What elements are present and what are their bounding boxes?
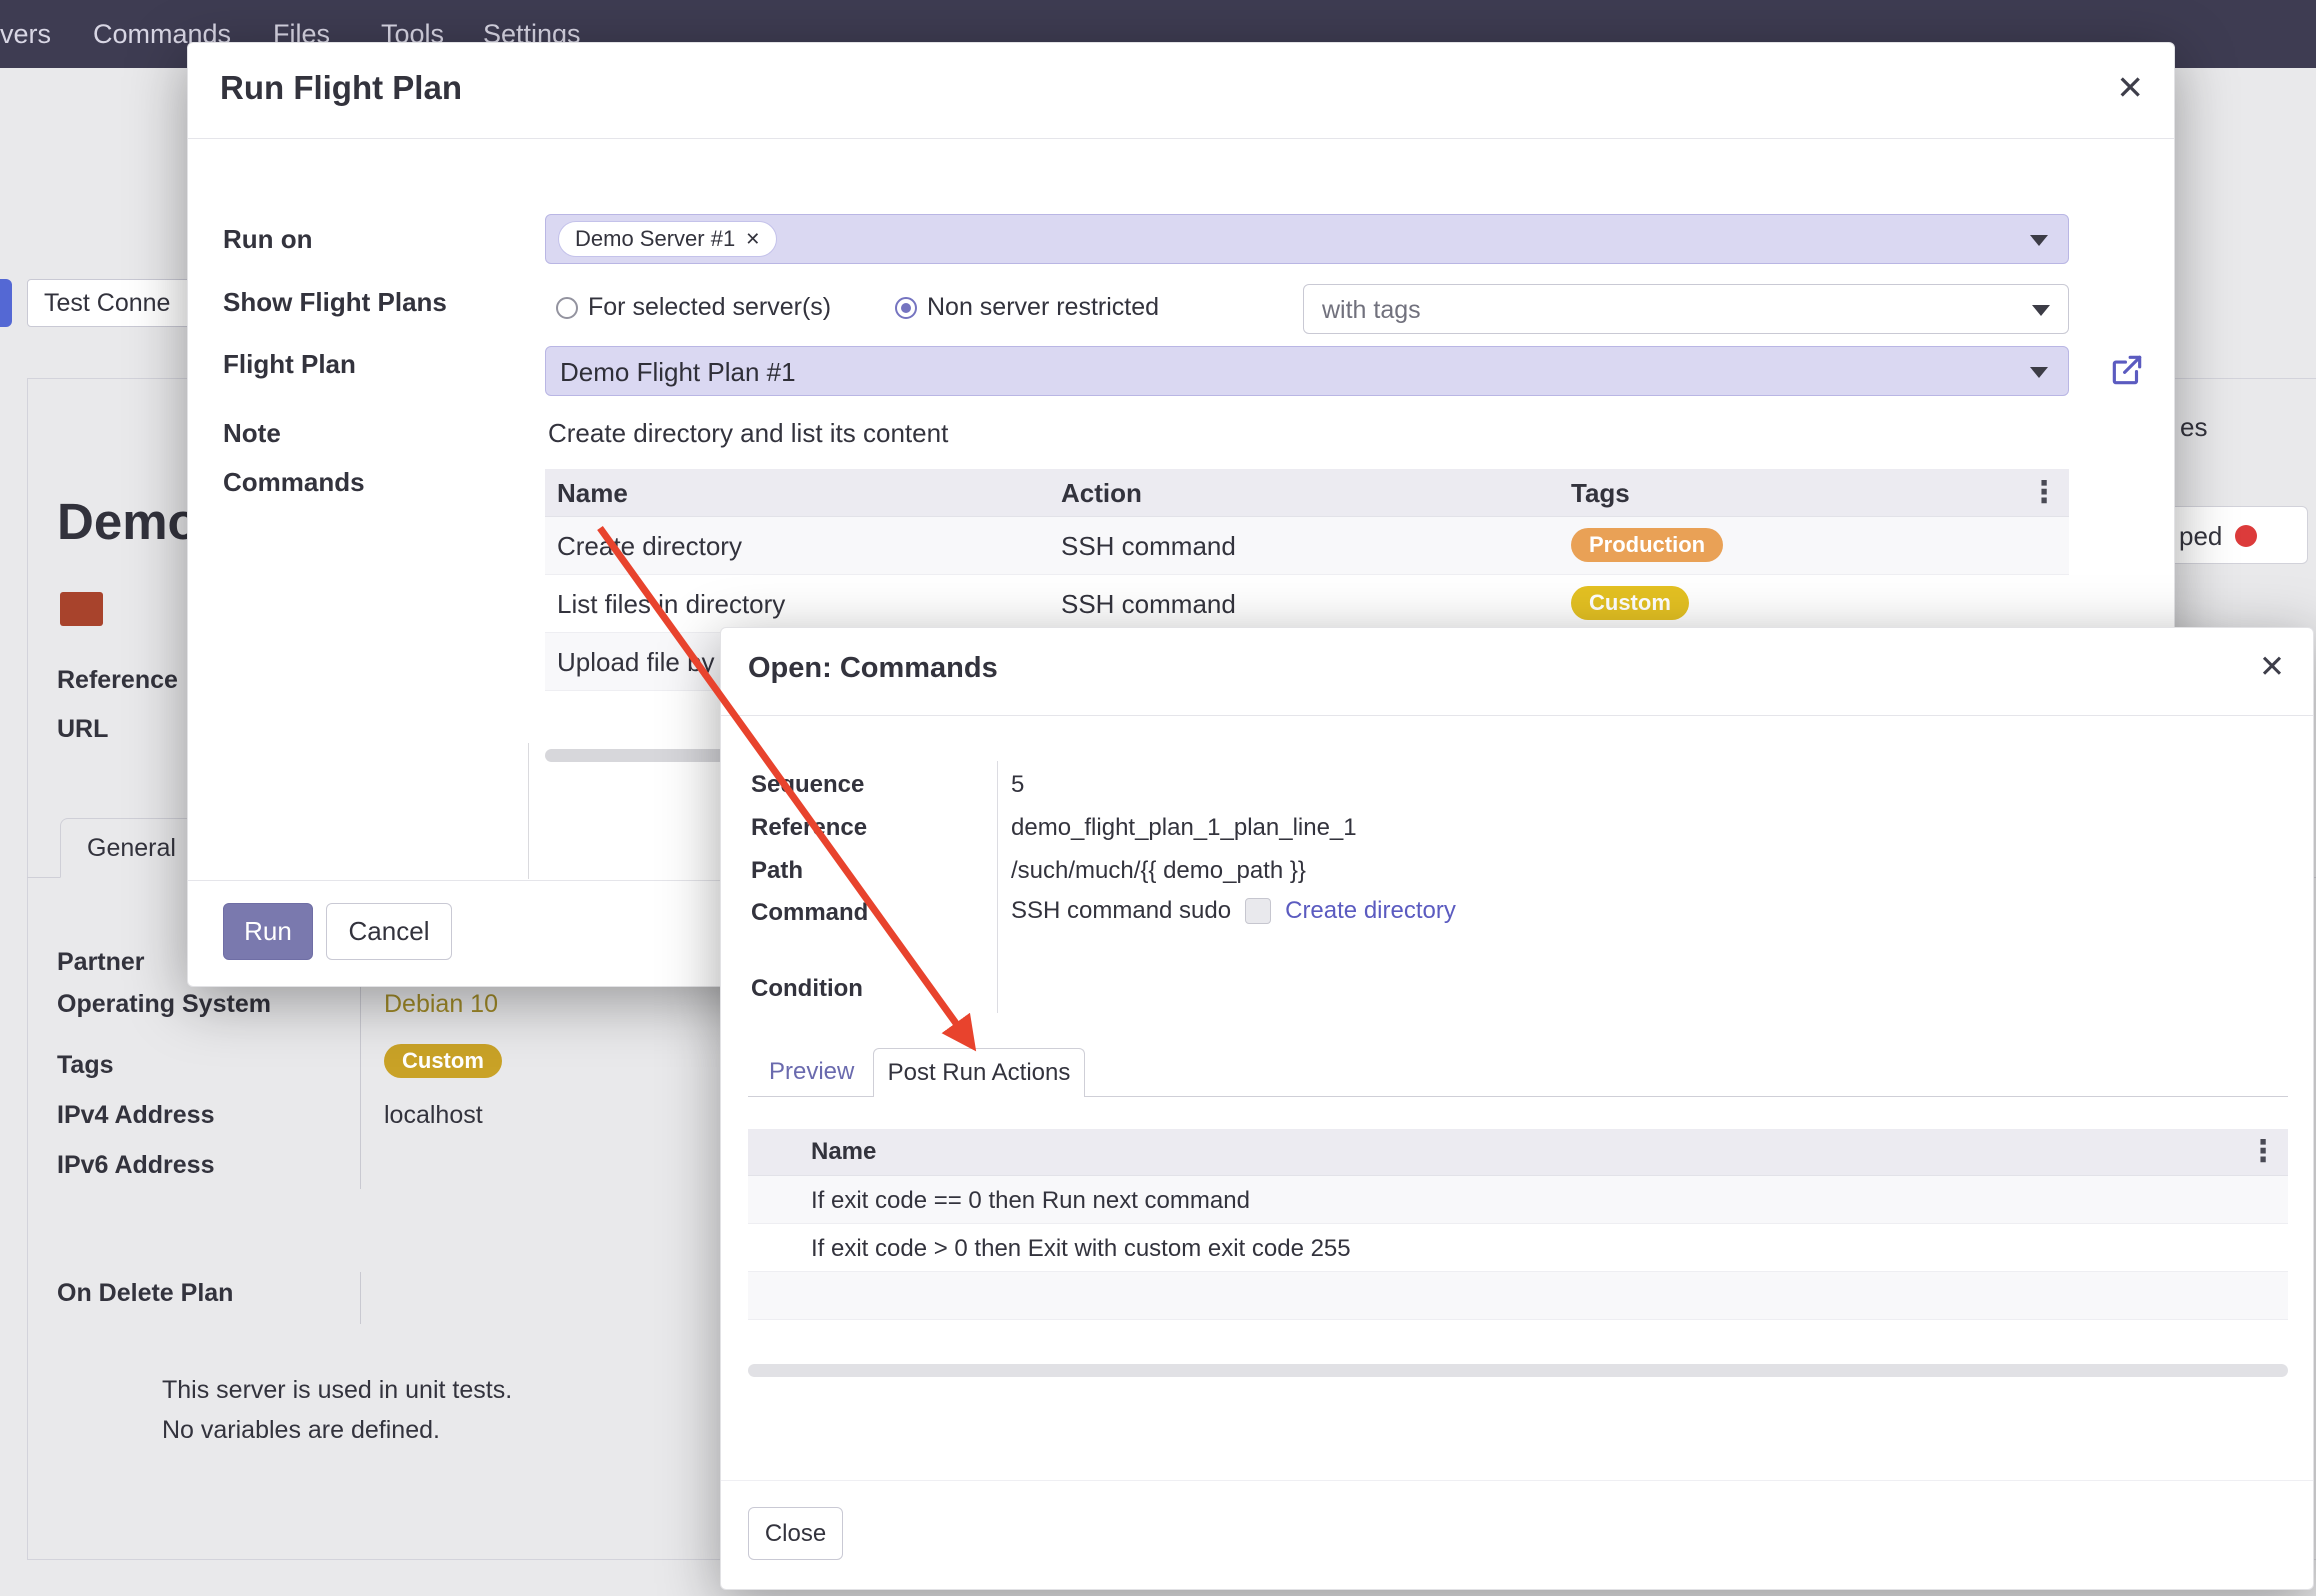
post-run-table-header: Name ⋮ [748,1129,2288,1176]
command-label: Command [751,899,868,927]
radio-non-server-restricted[interactable] [895,297,917,319]
note-label: Note [223,418,281,449]
run-button[interactable]: Run [223,903,313,960]
row-name: Upload file by [557,647,715,678]
radio-selected-dot-icon [901,303,911,313]
ipv6-label: IPv6 Address [57,1151,214,1180]
table-row[interactable]: If exit code > 0 then Exit with custom e… [748,1224,2288,1272]
col-name[interactable]: Name [811,1138,876,1166]
run-modal-header-divider [188,138,2174,139]
run-on-field[interactable]: Demo Server #1 ✕ [545,214,2069,264]
row-tag-badge: Production [1571,528,1723,562]
table-options-icon[interactable]: ⋮ [2248,1136,2278,1168]
commands-modal-close-icon[interactable]: ✕ [2259,650,2285,683]
operating-system-value[interactable]: Debian 10 [384,990,498,1019]
reference-label: Reference [751,814,867,842]
server-tag-label: Demo Server #1 [575,226,735,252]
show-flight-plans-label: Show Flight Plans [223,287,447,318]
radio-for-selected-servers-label[interactable]: For selected server(s) [588,293,831,322]
col-tags[interactable]: Tags [1571,478,1630,509]
row-action: SSH command [1061,531,1236,562]
row-name: Create directory [557,531,742,562]
path-value: /such/much/{{ demo_path }} [1011,857,1306,885]
tab-preview[interactable]: Preview [769,1058,854,1086]
table-row[interactable]: Create directory SSH command Production [545,517,2069,575]
horizontal-scrollbar[interactable] [748,1364,2288,1377]
flight-plan-select[interactable]: Demo Flight Plan #1 [545,346,2069,396]
status-label-fragment: ped [2179,521,2222,552]
commands-label: Commands [223,467,365,498]
server-note-line-1: This server is used in unit tests. [162,1376,512,1405]
with-tags-select[interactable]: with tags [1303,284,2069,334]
tags-label: Tags [57,1051,114,1080]
command-link[interactable]: Create directory [1285,897,1456,925]
external-link-icon[interactable] [2108,351,2146,389]
field-column-divider-2 [360,1272,361,1324]
server-note-line-2: No variables are defined. [162,1416,440,1445]
commands-modal-title: Open: Commands [748,652,998,685]
tab-post-run-actions[interactable]: Post Run Actions [873,1048,1085,1097]
with-tags-caret-icon [2032,305,2050,316]
table-row-empty[interactable] [748,1272,2288,1320]
plan-note-text: Create directory and list its content [548,418,948,449]
row-name: If exit code > 0 then Exit with custom e… [811,1235,1351,1263]
run-modal-title: Run Flight Plan [220,69,462,107]
flight-plan-value: Demo Flight Plan #1 [560,357,796,388]
reference-value: demo_flight_plan_1_plan_line_1 [1011,814,1357,842]
sheet-divider [528,743,529,879]
row-tag-badge: Custom [1571,586,1689,620]
tags-badge-custom: Custom [384,1044,502,1078]
reference-label: Reference [57,666,178,695]
radio-non-server-restricted-label[interactable]: Non server restricted [927,293,1159,322]
cancel-button[interactable]: Cancel [326,903,452,960]
col-action[interactable]: Action [1061,478,1142,509]
table-row[interactable]: List files in directory SSH command Cust… [545,575,2069,633]
primary-button-fragment[interactable] [0,279,12,327]
row-name: If exit code == 0 then Run next command [811,1187,1250,1215]
ipv4-label: IPv4 Address [57,1101,214,1130]
with-tags-placeholder: with tags [1322,296,1421,325]
path-label: Path [751,857,803,885]
table-row[interactable]: If exit code == 0 then Run next command [748,1176,2288,1224]
command-value-row: SSH command sudo Create directory [1011,897,1456,925]
status-badge[interactable]: ped [2158,506,2308,564]
test-connection-button[interactable]: Test Conne [27,279,199,327]
flight-plan-label: Flight Plan [223,349,356,380]
close-button[interactable]: Close [748,1507,843,1560]
commands-table-header: Name Action Tags ⋮ [545,469,2069,517]
post-run-actions-table: Name ⋮ If exit code == 0 then Run next c… [748,1129,2288,1320]
text-fragment-es: es [2180,412,2207,443]
sequence-label: Sequence [751,771,864,799]
command-checkbox[interactable] [1245,898,1271,924]
commands-modal-footer-divider [721,1480,2313,1481]
ipv4-value: localhost [384,1101,483,1130]
color-swatch[interactable] [60,592,103,626]
radio-for-selected-servers[interactable] [556,297,578,319]
operating-system-label: Operating System [57,990,271,1019]
command-value: SSH command sudo [1011,897,1231,925]
run-on-label: Run on [223,224,313,255]
run-on-caret-icon [2030,235,2048,246]
condition-label: Condition [751,975,863,1003]
partner-label: Partner [57,948,145,977]
run-modal-close-icon[interactable]: ✕ [2116,71,2144,104]
col-name[interactable]: Name [557,478,628,509]
status-dot-icon [2235,525,2257,547]
server-tag-chip[interactable]: Demo Server #1 ✕ [558,221,777,257]
open-commands-modal: Open: Commands ✕ Sequence 5 Reference de… [720,627,2314,1590]
table-options-icon[interactable]: ⋮ [2029,477,2059,509]
row-name: List files in directory [557,589,785,620]
chip-remove-icon[interactable]: ✕ [745,229,760,250]
tab-general[interactable]: General [60,818,203,878]
flight-plan-caret-icon [2030,367,2048,378]
sequence-value: 5 [1011,771,1024,799]
row-action: SSH command [1061,589,1236,620]
fields-column-divider [997,761,998,1013]
on-delete-plan-label: On Delete Plan [57,1279,233,1308]
commands-modal-header-divider [721,715,2313,716]
nav-item-servers[interactable]: vers [0,0,51,68]
page-title: Demo [57,492,199,551]
url-label: URL [57,715,108,744]
